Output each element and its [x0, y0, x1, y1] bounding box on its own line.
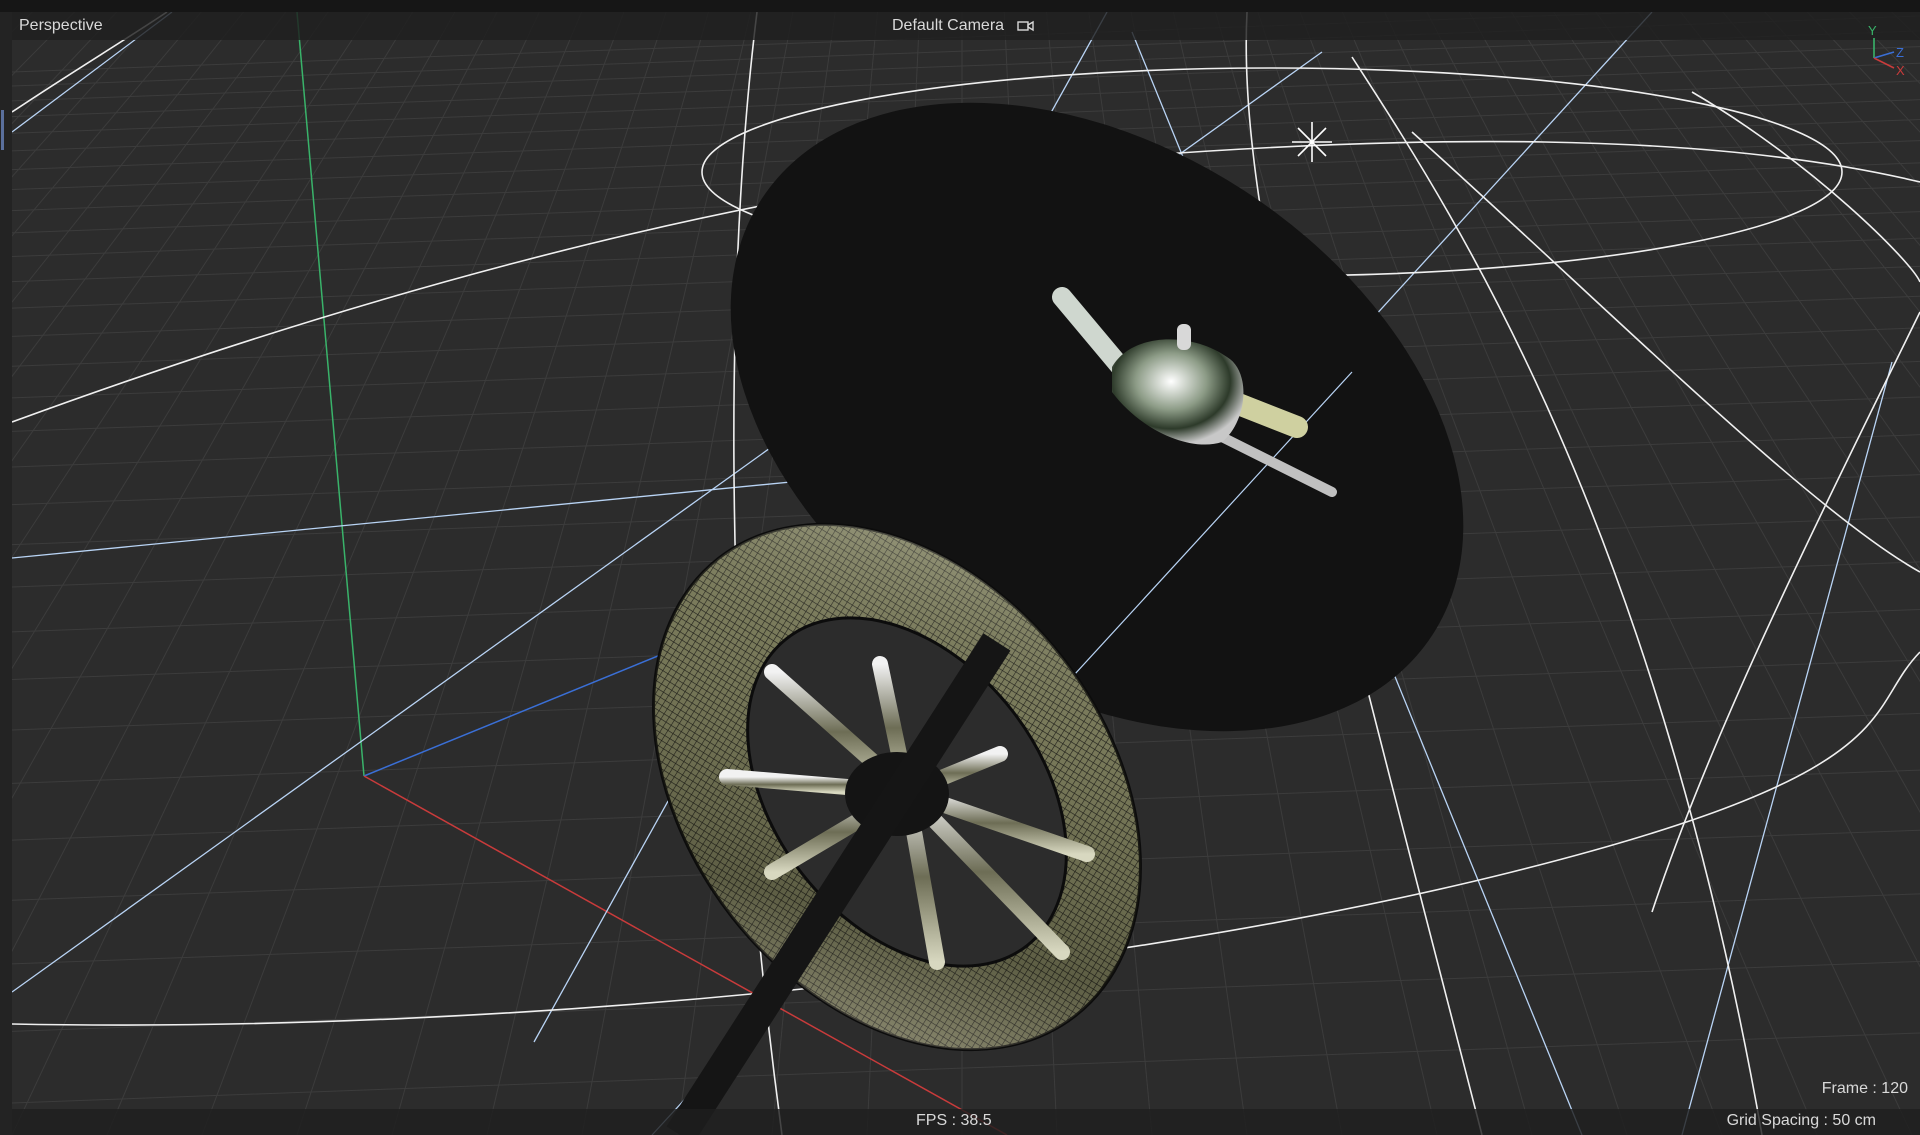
axis-z-label: Z — [1896, 45, 1904, 60]
app-window: Perspective Default Camera Y Z X FPS : 3… — [0, 0, 1920, 1135]
fps-readout: FPS : 38.5 — [916, 1112, 992, 1129]
window-top-strip — [0, 0, 1920, 12]
scene-canvas[interactable] — [12, 12, 1920, 1135]
axis-orientation-gizmo: Y Z X — [1852, 24, 1912, 84]
camera-name-label[interactable]: Default Camera — [892, 16, 1004, 36]
light-source-icon[interactable] — [1292, 122, 1332, 162]
frame-readout: Frame : 120 — [1821, 1080, 1908, 1097]
view-mode-label[interactable]: Perspective — [19, 16, 103, 36]
grid-spacing-readout: Grid Spacing : 50 cm — [1726, 1112, 1876, 1129]
axis-y-label: Y — [1868, 23, 1877, 38]
3d-viewport[interactable]: Perspective Default Camera Y Z X FPS : 3… — [12, 12, 1920, 1135]
axis-x-label: X — [1896, 63, 1905, 78]
left-panel-marker — [1, 110, 4, 150]
camera-icon[interactable] — [1017, 19, 1035, 33]
left-panel-edge — [0, 12, 12, 1135]
